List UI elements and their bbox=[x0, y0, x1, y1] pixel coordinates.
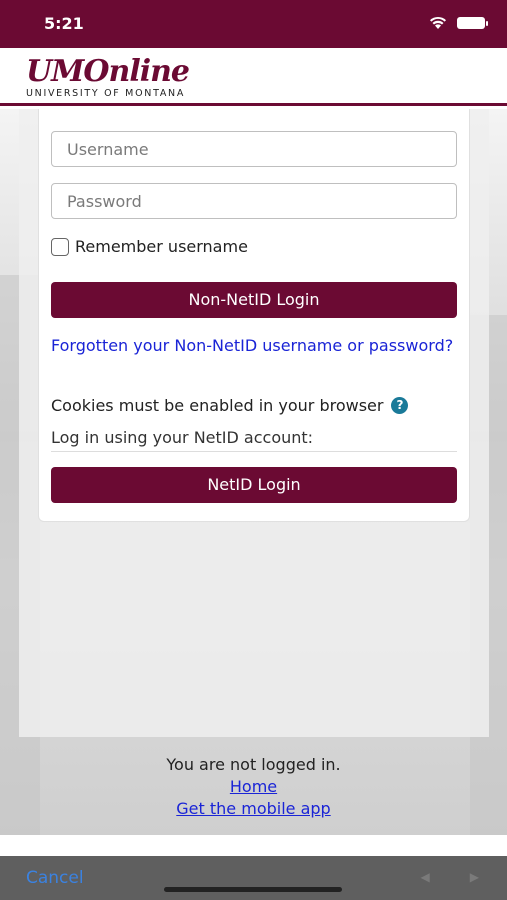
wifi-icon bbox=[429, 16, 447, 30]
battery-icon bbox=[457, 17, 488, 29]
status-icons bbox=[429, 16, 488, 30]
username-input[interactable] bbox=[51, 131, 457, 167]
cookies-notice: Cookies must be enabled in your browser … bbox=[51, 396, 409, 415]
cookies-text: Cookies must be enabled in your browser bbox=[51, 396, 384, 415]
home-link[interactable]: Home bbox=[0, 776, 507, 798]
remember-username[interactable]: Remember username bbox=[51, 237, 248, 256]
forward-arrow-icon[interactable]: ▶ bbox=[470, 870, 479, 884]
status-bar: 5:21 bbox=[0, 0, 507, 48]
help-icon[interactable]: ? bbox=[391, 397, 409, 414]
logo-sub-text: UNIVERSITY OF MONTANA bbox=[26, 88, 186, 99]
nav-arrows: ◀ ▶ bbox=[421, 870, 479, 884]
home-indicator bbox=[164, 887, 342, 892]
status-time: 5:21 bbox=[44, 14, 84, 33]
browser-bottom-bar: Cancel ◀ ▶ bbox=[0, 856, 507, 900]
forgot-credentials-link[interactable]: Forgotten your Non-NetID username or pas… bbox=[51, 335, 457, 357]
netid-login-button[interactable]: NetID Login bbox=[51, 467, 457, 503]
logo-main-text: UMOnline bbox=[26, 56, 190, 89]
netid-prompt: Log in using your NetID account: bbox=[51, 428, 457, 452]
back-arrow-icon[interactable]: ◀ bbox=[421, 870, 430, 884]
umonline-logo[interactable]: UMOnline UNIVERSITY OF MONTANA bbox=[26, 56, 208, 100]
login-status-text: You are not logged in. bbox=[166, 755, 341, 774]
remember-checkbox[interactable] bbox=[51, 237, 69, 256]
mobile-app-link[interactable]: Get the mobile app bbox=[0, 798, 507, 820]
site-header: UMOnline UNIVERSITY OF MONTANA bbox=[0, 48, 507, 106]
remember-label: Remember username bbox=[75, 237, 248, 256]
password-input[interactable] bbox=[51, 183, 457, 219]
page-footer: You are not logged in. Home Get the mobi… bbox=[0, 754, 507, 820]
cancel-button[interactable]: Cancel bbox=[26, 868, 84, 888]
nonnetid-login-button[interactable]: Non-NetID Login bbox=[51, 282, 457, 318]
